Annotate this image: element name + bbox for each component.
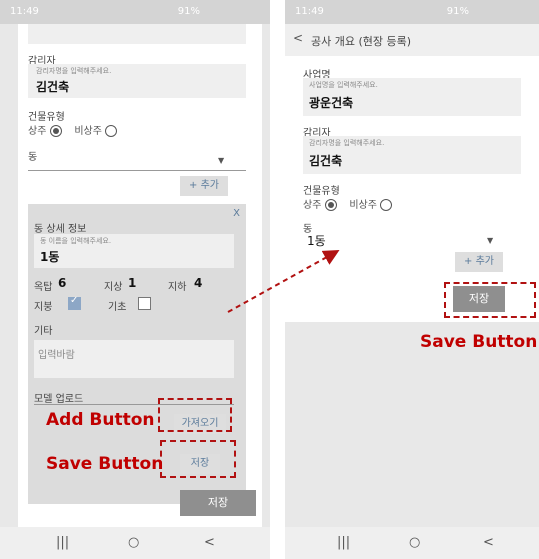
right-save-button-annotation: Save Button [420,332,538,352]
home-icon[interactable]: ○ [128,535,139,550]
above-ground-value[interactable]: 1 [128,276,136,290]
radio-nonresident-label: 비상주 [74,126,102,137]
add-button-highlight [158,398,232,432]
recent-apps-icon[interactable]: ||| [337,535,350,550]
business-name-hint: 사업명을 입력해주세요. [309,81,378,89]
status-time: 11:49 [295,6,324,17]
close-icon[interactable]: X [233,208,240,219]
save-button-annotation: Save Button [46,454,164,474]
app-header: < 공사 개요 (현장 등록) [285,24,539,56]
business-name-field-partial[interactable] [28,24,246,44]
dong-label: 동 [28,152,38,163]
underground-label: 지하 [168,282,187,293]
dong-select-value[interactable]: 1동 [307,232,326,249]
save-button[interactable]: 저장 [180,490,256,516]
save-button-highlight [160,440,236,478]
underground-value[interactable]: 4 [194,276,202,290]
dong-underline [28,170,246,171]
etc-label: 기타 [34,326,53,337]
add-button-top[interactable]: + 추가 [180,176,228,196]
supervisor-value: 김건축 [36,80,70,94]
rooftop-label: 옥탑 [34,282,53,293]
building-type-options: 상주 비상주 [303,196,393,211]
foundation-checkbox[interactable] [138,297,151,310]
navigation-bar: ||| ○ < [285,527,539,559]
home-icon[interactable]: ○ [409,535,420,550]
page-title: 공사 개요 (현장 등록) [311,35,412,48]
building-type-label: 건물유형 [303,186,340,197]
rooftop-value[interactable]: 6 [58,276,66,290]
roof-label: 지붕 [34,302,53,313]
etc-placeholder: 입력바람 [38,350,75,361]
status-battery: 91% [446,6,469,17]
status-bar: 11:49 91% [0,0,270,24]
radio-resident-label: 상주 [303,200,322,211]
status-bar: 11:49 91% [285,0,539,24]
building-type-options: 상주 비상주 [28,122,118,137]
supervisor-hint: 감리자명을 입력해주세요. [36,67,112,75]
dong-name-hint: 동 이름을 입력해주세요. [40,237,112,245]
navigation-bar: ||| ○ < [0,527,270,559]
status-time: 11:49 [10,6,39,17]
dong-name-value: 1동 [40,250,60,264]
recent-apps-icon[interactable]: ||| [56,535,69,550]
radio-nonresident[interactable] [105,125,118,137]
detail-title: 동 상세 정보 [34,224,87,235]
roof-checkbox[interactable] [68,295,81,310]
add-button-annotation: Add Button [46,410,155,430]
supervisor-hint: 감리자명을 입력해주세요. [309,139,385,147]
radio-resident-label: 상주 [28,126,47,137]
building-type-label: 건물유형 [28,112,65,123]
radio-resident[interactable] [49,125,62,137]
model-upload-label: 모델 업로드 [34,394,84,405]
business-name-value: 광운건축 [309,96,354,110]
dropdown-arrow-icon[interactable]: ▼ [218,156,224,165]
supervisor-value: 김건축 [309,154,343,168]
status-battery: 91% [177,6,200,17]
back-icon[interactable]: < [204,535,215,550]
add-button[interactable]: + 추가 [455,252,503,272]
radio-nonresident[interactable] [380,199,393,211]
foundation-label: 기초 [108,302,127,313]
back-arrow-icon[interactable]: < [293,31,303,45]
right-save-button-highlight [444,282,536,318]
back-icon[interactable]: < [483,535,494,550]
radio-resident[interactable] [324,199,337,211]
right-phone-screen: 11:49 91% < 공사 개요 (현장 등록) 사업명 사업명을 입력해주세… [285,0,539,559]
dropdown-arrow-icon[interactable]: ▼ [487,236,493,245]
above-ground-label: 지상 [104,282,123,293]
radio-nonresident-label: 비상주 [349,200,377,211]
